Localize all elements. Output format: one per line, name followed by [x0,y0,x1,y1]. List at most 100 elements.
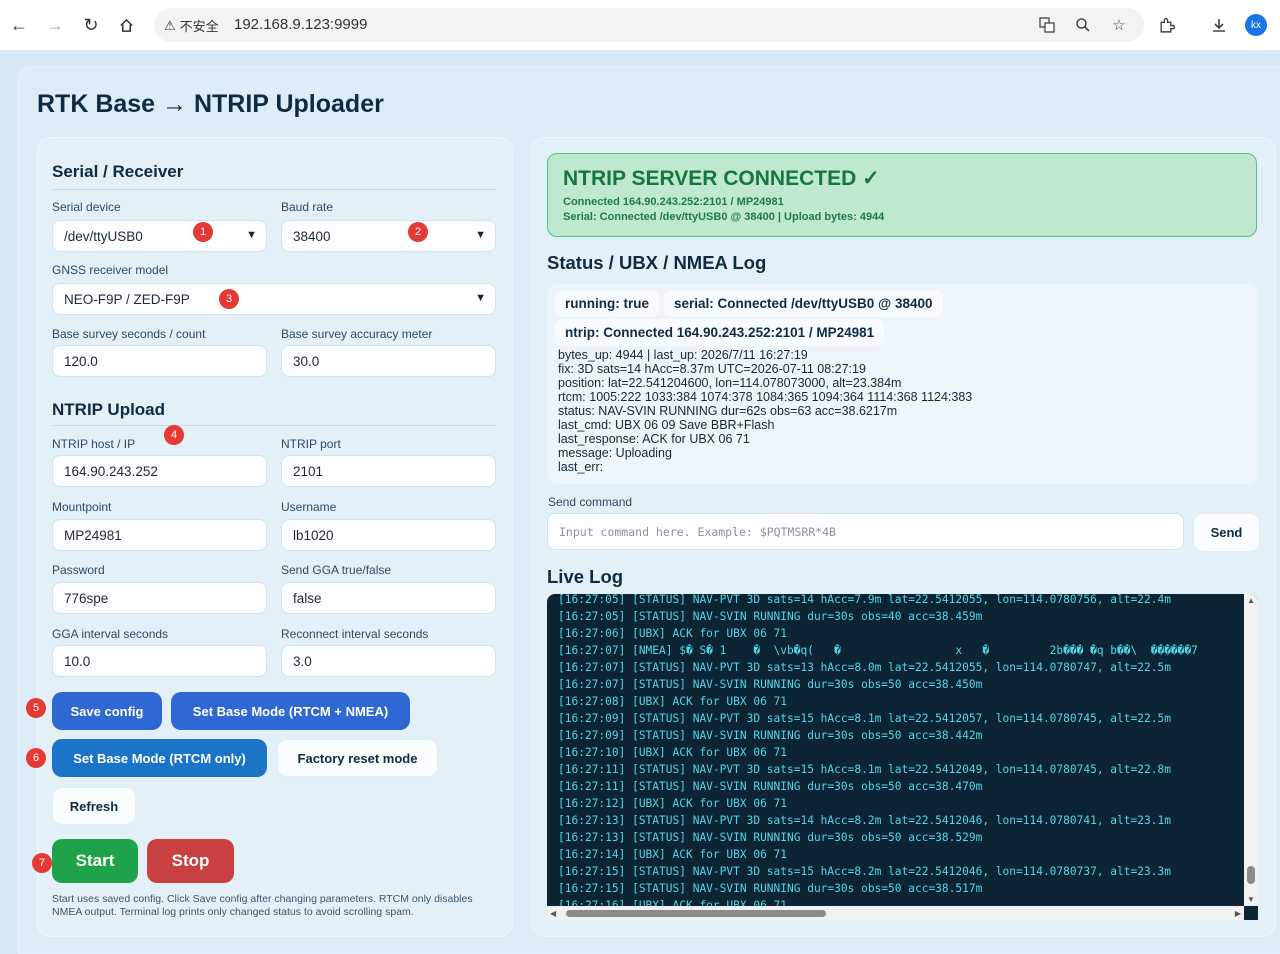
survey-seconds-input[interactable]: 120.0 [52,345,267,377]
url-text[interactable]: 192.168.9.123:9999 [234,16,367,33]
survey-seconds-label: Base survey seconds / count [52,327,206,341]
serial-device-label: Serial device [52,200,121,214]
log-lines: [16:27:05] [STATUS] NAV-PVT 3D sats=14 h… [558,594,1238,914]
gnss-model-select[interactable]: NEO-F9P / ZED-F9P ▼ [52,283,496,315]
home-icon[interactable] [113,12,139,38]
scroll-left-icon[interactable]: ◀ [550,909,556,918]
horizontal-scrollbar[interactable]: ◀ ▶ [547,906,1244,920]
log-line: [16:27:07] [NMEA] $� S� 1 � \vb�q( � x �… [558,644,1198,657]
set-base-rtcm-nmea-button[interactable]: Set Base Mode (RTCM + NMEA) [171,692,410,730]
security-indicator[interactable]: ⚠ 不安全 [164,16,219,35]
badge-7: 7 [32,853,52,873]
gga-interval-value: 10.0 [64,653,91,669]
divider [52,189,496,190]
log-line: [16:27:07] [STATUS] NAV-SVIN RUNNING dur… [558,678,983,691]
zoom-icon[interactable] [1072,14,1094,36]
connection-line-2: Serial: Connected /dev/ttyUSB0 @ 38400 |… [563,211,885,223]
ntrip-host-input[interactable]: 164.90.243.252 [52,455,267,487]
live-log-terminal[interactable]: [16:27:05] [STATUS] NAV-PVT 3D sats=14 h… [547,594,1258,920]
star-icon[interactable]: ☆ [1108,14,1130,36]
badge-6: 6 [26,748,46,768]
command-input[interactable]: Input command here. Example: $PQTMSRR*4B [547,513,1184,550]
mountpoint-value: MP24981 [64,527,122,543]
mountpoint-label: Mountpoint [52,500,112,514]
running-pill: running: true [555,290,659,317]
badge-2: 2 [408,222,428,242]
log-line: [16:27:05] [STATUS] NAV-PVT 3D sats=14 h… [558,594,1171,606]
chevron-down-icon: ▼ [246,229,257,241]
log-line: [16:27:09] [STATUS] NAV-PVT 3D sats=15 h… [558,712,1171,725]
reload-icon[interactable]: ↻ [78,12,104,38]
password-input[interactable]: 776spe [52,582,267,614]
survey-accuracy-value: 30.0 [293,353,320,369]
baud-rate-label: Baud rate [281,200,334,214]
send-gga-label: Send GGA true/false [281,563,392,577]
send-gga-input[interactable]: false [281,582,496,614]
username-value: lb1020 [293,527,334,543]
reconnect-interval-value: 3.0 [293,653,312,669]
ntrip-port-input[interactable]: 2101 [281,455,496,487]
log-line: [16:27:15] [STATUS] NAV-SVIN RUNNING dur… [558,882,983,895]
status-line: fix: 3D sats=14 hAcc=8.37m UTC=2026-07-1… [558,362,866,376]
ntrip-host-label: NTRIP host / IP [52,437,136,451]
survey-accuracy-label: Base survey accuracy meter [281,327,433,341]
username-input[interactable]: lb1020 [281,519,496,551]
serial-device-select[interactable]: /dev/ttyUSB0 ▼ [52,220,267,252]
address-bar[interactable]: ⚠ 不安全 192.168.9.123:9999 ☆ [154,8,1144,42]
ntrip-section-title: NTRIP Upload [52,400,166,419]
status-section-title: Status / UBX / NMEA Log [547,252,767,273]
survey-accuracy-input[interactable]: 30.0 [281,345,496,377]
scroll-down-icon[interactable]: ▼ [1247,895,1255,904]
status-line: message: Uploading [558,446,672,460]
log-line: [16:27:05] [STATUS] NAV-SVIN RUNNING dur… [558,610,983,623]
gga-interval-input[interactable]: 10.0 [52,645,267,677]
status-line: bytes_up: 4944 | last_up: 2026/7/11 16:2… [558,348,808,362]
baud-rate-select[interactable]: 38400 ▼ [281,220,496,252]
mountpoint-input[interactable]: MP24981 [52,519,267,551]
horizontal-scroll-thumb[interactable] [566,910,826,917]
live-log-title: Live Log [547,566,624,587]
translate-icon[interactable] [1036,14,1058,36]
send-command-label: Send command [548,495,633,509]
log-line: [16:27:14] [UBX] ACK for UBX 06 71 [558,848,788,861]
send-button[interactable]: Send [1193,513,1260,552]
status-line: last_response: ACK for UBX 06 71 [558,432,750,446]
status-line: status: NAV-SVIN RUNNING dur=62s obs=63 … [558,404,898,418]
refresh-button[interactable]: Refresh [52,787,136,825]
log-line: [16:27:11] [STATUS] NAV-PVT 3D sats=15 h… [558,763,1171,776]
vertical-scroll-thumb[interactable] [1247,866,1255,884]
factory-reset-button[interactable]: Factory reset mode [277,739,438,777]
set-base-rtcm-only-button[interactable]: Set Base Mode (RTCM only) [52,739,267,777]
save-config-button[interactable]: Save config [52,692,162,730]
reconnect-interval-input[interactable]: 3.0 [281,645,496,677]
puzzle-icon[interactable] [1153,12,1179,38]
baud-rate-value: 38400 [293,228,331,244]
log-line: [16:27:10] [UBX] ACK for UBX 06 71 [558,746,788,759]
start-button[interactable]: Start [52,839,138,883]
password-value: 776spe [64,590,109,606]
serial-pill: serial: Connected /dev/ttyUSB0 @ 38400 [664,290,943,317]
log-line: [16:27:11] [STATUS] NAV-SVIN RUNNING dur… [558,780,983,793]
log-line: [16:27:13] [STATUS] NAV-SVIN RUNNING dur… [558,831,983,844]
scroll-up-icon[interactable]: ▲ [1247,596,1255,605]
badge-3: 3 [219,289,239,309]
log-line: [16:27:06] [UBX] ACK for UBX 06 71 [558,627,788,640]
scroll-right-icon[interactable]: ▶ [1235,909,1241,918]
badge-5: 5 [26,698,46,718]
gnss-model-value: NEO-F9P / ZED-F9P [64,291,190,307]
status-line: last_err: [558,460,604,474]
username-label: Username [281,500,337,514]
log-line: [16:27:15] [STATUS] NAV-PVT 3D sats=15 h… [558,865,1171,878]
log-line: [16:27:12] [UBX] ACK for UBX 06 71 [558,797,788,810]
vertical-scrollbar[interactable]: ▲ ▼ [1244,594,1258,906]
chevron-down-icon: ▼ [475,229,486,241]
forward-arrow-icon[interactable]: → [42,12,68,38]
back-arrow-icon[interactable]: ← [6,12,32,38]
avatar[interactable]: kx [1245,14,1267,36]
gga-interval-label: GGA interval seconds [52,627,169,641]
stop-button[interactable]: Stop [147,839,234,883]
help-note: Start uses saved config. Click Save conf… [52,893,473,918]
download-icon[interactable] [1206,12,1232,38]
connection-title: NTRIP SERVER CONNECTED ✓ [563,167,880,190]
gnss-model-label: GNSS receiver model [52,263,169,277]
